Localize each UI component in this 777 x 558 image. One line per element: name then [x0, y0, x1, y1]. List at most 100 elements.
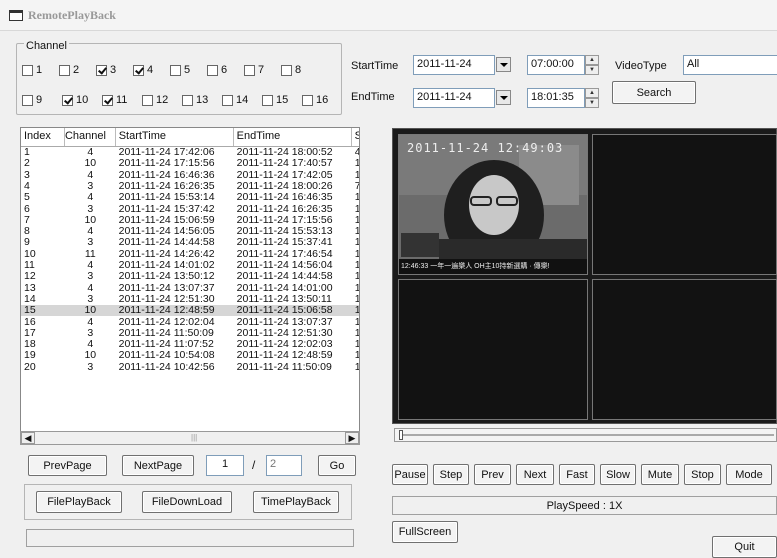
table-row[interactable]: 10 11 2011-11-24 14:26:42 2011-11-24 17:46:… — [21, 249, 359, 260]
table-row[interactable]: 16 4 2011-11-24 12:02:04 2011-11-24 13:07:3… — [21, 317, 359, 328]
table-row[interactable]: 1 4 2011-11-24 17:42:06 2011-11-24 18:00:52… — [21, 147, 359, 158]
column-header-size[interactable]: Size — [352, 128, 359, 146]
scroll-thumb-grip[interactable]: ||| — [191, 433, 197, 442]
checkbox-box[interactable] — [182, 94, 193, 106]
playback-slider[interactable] — [394, 428, 777, 442]
prev-button[interactable]: Prev — [474, 464, 511, 485]
video-channel-1[interactable]: 2011-11-24 12:49:03 12:46:33 一年一遍樂人 OH主1… — [398, 134, 588, 275]
channel-label: 11 — [116, 94, 128, 106]
checkbox-box[interactable] — [62, 94, 73, 106]
videotype-select[interactable]: All — [683, 55, 777, 75]
end-time-spinner-icon[interactable]: ▲ ▼ — [585, 88, 599, 108]
channel-checkbox-10[interactable]: 10 — [62, 94, 102, 106]
channel-checkbox-3[interactable]: 3 — [96, 64, 133, 76]
table-row[interactable]: 13 4 2011-11-24 13:07:37 2011-11-24 14:01:0… — [21, 283, 359, 294]
table-row[interactable]: 18 4 2011-11-24 11:07:52 2011-11-24 12:02:0… — [21, 339, 359, 350]
table-row[interactable]: 11 4 2011-11-24 14:01:02 2011-11-24 14:56:0… — [21, 260, 359, 271]
checkbox-box[interactable] — [222, 94, 233, 106]
file-download-button[interactable]: FileDownLoad — [142, 491, 232, 513]
checkbox-box[interactable] — [142, 94, 153, 106]
column-header-channel[interactable]: Channel — [65, 128, 116, 146]
channel-checkbox-8[interactable]: 8 — [281, 64, 318, 76]
channel-checkbox-16[interactable]: 16 — [302, 94, 342, 106]
table-row[interactable]: 19 10 2011-11-24 10:54:08 2011-11-24 12:48:… — [21, 350, 360, 362]
file-list[interactable]: Index Channel StartTime EndTime Size 142… — [20, 127, 360, 445]
checkbox-box[interactable] — [262, 94, 273, 106]
channel-checkbox-4[interactable]: 4 — [133, 64, 170, 76]
stop-button[interactable]: Stop — [684, 464, 721, 485]
channel-checkbox-9[interactable]: 9 — [22, 94, 62, 106]
table-row[interactable]: 15 10 2011-11-24 12:48:59 2011-11-24 15:06:… — [21, 305, 359, 317]
checkbox-box[interactable] — [244, 64, 255, 76]
channel-checkbox-14[interactable]: 14 — [222, 94, 262, 106]
scroll-left-icon[interactable]: ◀ — [21, 432, 35, 444]
channel-checkbox-11[interactable]: 11 — [102, 94, 142, 106]
table-row[interactable]: 5 4 2011-11-24 15:53:14 2011-11-24 16:46:35… — [21, 192, 359, 203]
checkbox-box[interactable] — [170, 64, 181, 76]
start-date-dropdown-icon[interactable] — [496, 57, 511, 72]
table-row[interactable]: 9 3 2011-11-24 14:44:58 2011-11-24 15:37:41… — [21, 237, 359, 248]
channel-checkbox-15[interactable]: 15 — [262, 94, 302, 106]
end-time-field[interactable]: 18:01:35 — [527, 88, 585, 108]
end-date-dropdown-icon[interactable] — [496, 90, 511, 105]
start-time-field[interactable]: 07:00:00 — [527, 55, 585, 75]
start-date-field[interactable]: 2011-11-24 — [413, 55, 495, 75]
checkbox-box[interactable] — [133, 64, 144, 76]
column-header-index[interactable]: Index — [21, 128, 65, 146]
start-time-spinner-icon[interactable]: ▲ ▼ — [585, 55, 599, 75]
checkbox-box[interactable] — [22, 94, 33, 106]
video-channel-3[interactable] — [398, 279, 588, 420]
column-header-endtime[interactable]: EndTime — [234, 128, 352, 146]
checkbox-box[interactable] — [22, 64, 33, 76]
fast-button[interactable]: Fast — [559, 464, 595, 485]
next-button[interactable]: Next — [516, 464, 554, 485]
checkbox-box[interactable] — [59, 64, 70, 76]
prev-page-button[interactable]: PrevPage — [28, 455, 107, 476]
channel-checkbox-1[interactable]: 1 — [22, 64, 59, 76]
table-row[interactable]: 12 3 2011-11-24 13:50:12 2011-11-24 14:44:5… — [21, 271, 359, 283]
table-row[interactable]: 20 3 2011-11-24 10:42:56 2011-11-24 11:50:0… — [21, 362, 359, 373]
search-button[interactable]: Search — [612, 81, 696, 104]
file-list-scrollbar[interactable]: ◀ ||| ▶ — [20, 431, 360, 445]
channel-checkbox-13[interactable]: 13 — [182, 94, 222, 106]
go-button[interactable]: Go — [318, 455, 356, 476]
current-page-input[interactable]: 1 — [206, 455, 244, 476]
checkbox-box[interactable] — [96, 64, 107, 76]
column-header-starttime[interactable]: StartTime — [116, 128, 234, 146]
checkbox-box[interactable] — [302, 94, 313, 106]
pause-button[interactable]: Pause — [392, 464, 428, 485]
checkbox-box[interactable] — [281, 64, 292, 76]
table-row[interactable]: 7 10 2011-11-24 15:06:59 2011-11-24 17:15:5… — [21, 215, 359, 226]
mute-button[interactable]: Mute — [641, 464, 679, 485]
channel-checkbox-7[interactable]: 7 — [244, 64, 281, 76]
table-row[interactable]: 14 3 2011-11-24 12:51:30 2011-11-24 13:50:1… — [21, 294, 359, 305]
checkbox-box[interactable] — [207, 64, 218, 76]
channel-checkbox-6[interactable]: 6 — [207, 64, 244, 76]
table-row[interactable]: 3 4 2011-11-24 16:46:36 2011-11-24 17:42:05… — [21, 170, 359, 181]
cell-size: 13( — [354, 350, 360, 362]
slow-button[interactable]: Slow — [600, 464, 636, 485]
channel-checkbox-2[interactable]: 2 — [59, 64, 96, 76]
fullscreen-button[interactable]: FullScreen — [392, 521, 458, 543]
channel-checkbox-5[interactable]: 5 — [170, 64, 207, 76]
table-row[interactable]: 8 4 2011-11-24 14:56:05 2011-11-24 15:53:13… — [21, 226, 359, 237]
video-channel-2[interactable] — [592, 134, 777, 275]
end-date-field[interactable]: 2011-11-24 — [413, 88, 495, 108]
table-row[interactable]: 6 3 2011-11-24 15:37:42 2011-11-24 16:26:35… — [21, 204, 359, 215]
video-channel-4[interactable] — [592, 279, 777, 420]
cell-start: 2011-11-24 12:48:59 — [118, 305, 215, 317]
time-playback-button[interactable]: TimePlayBack — [253, 491, 339, 513]
table-row[interactable]: 2 10 2011-11-24 17:15:56 2011-11-24 17:40:5… — [21, 158, 359, 169]
table-row[interactable]: 4 3 2011-11-24 16:26:35 2011-11-24 18:00:26… — [21, 181, 359, 192]
slider-thumb[interactable] — [399, 430, 403, 440]
checkbox-box[interactable] — [102, 94, 113, 106]
step-button[interactable]: Step — [433, 464, 469, 485]
mode-button[interactable]: Mode — [726, 464, 772, 485]
scroll-right-icon[interactable]: ▶ — [345, 432, 359, 444]
channel-checkbox-12[interactable]: 12 — [142, 94, 182, 106]
quit-button[interactable]: Quit — [712, 536, 777, 558]
next-page-button[interactable]: NextPage — [122, 455, 194, 476]
cell-channel: 3 — [87, 271, 94, 283]
file-playback-button[interactable]: FilePlayBack — [36, 491, 122, 513]
table-row[interactable]: 17 3 2011-11-24 11:50:09 2011-11-24 12:51:3… — [21, 328, 359, 339]
